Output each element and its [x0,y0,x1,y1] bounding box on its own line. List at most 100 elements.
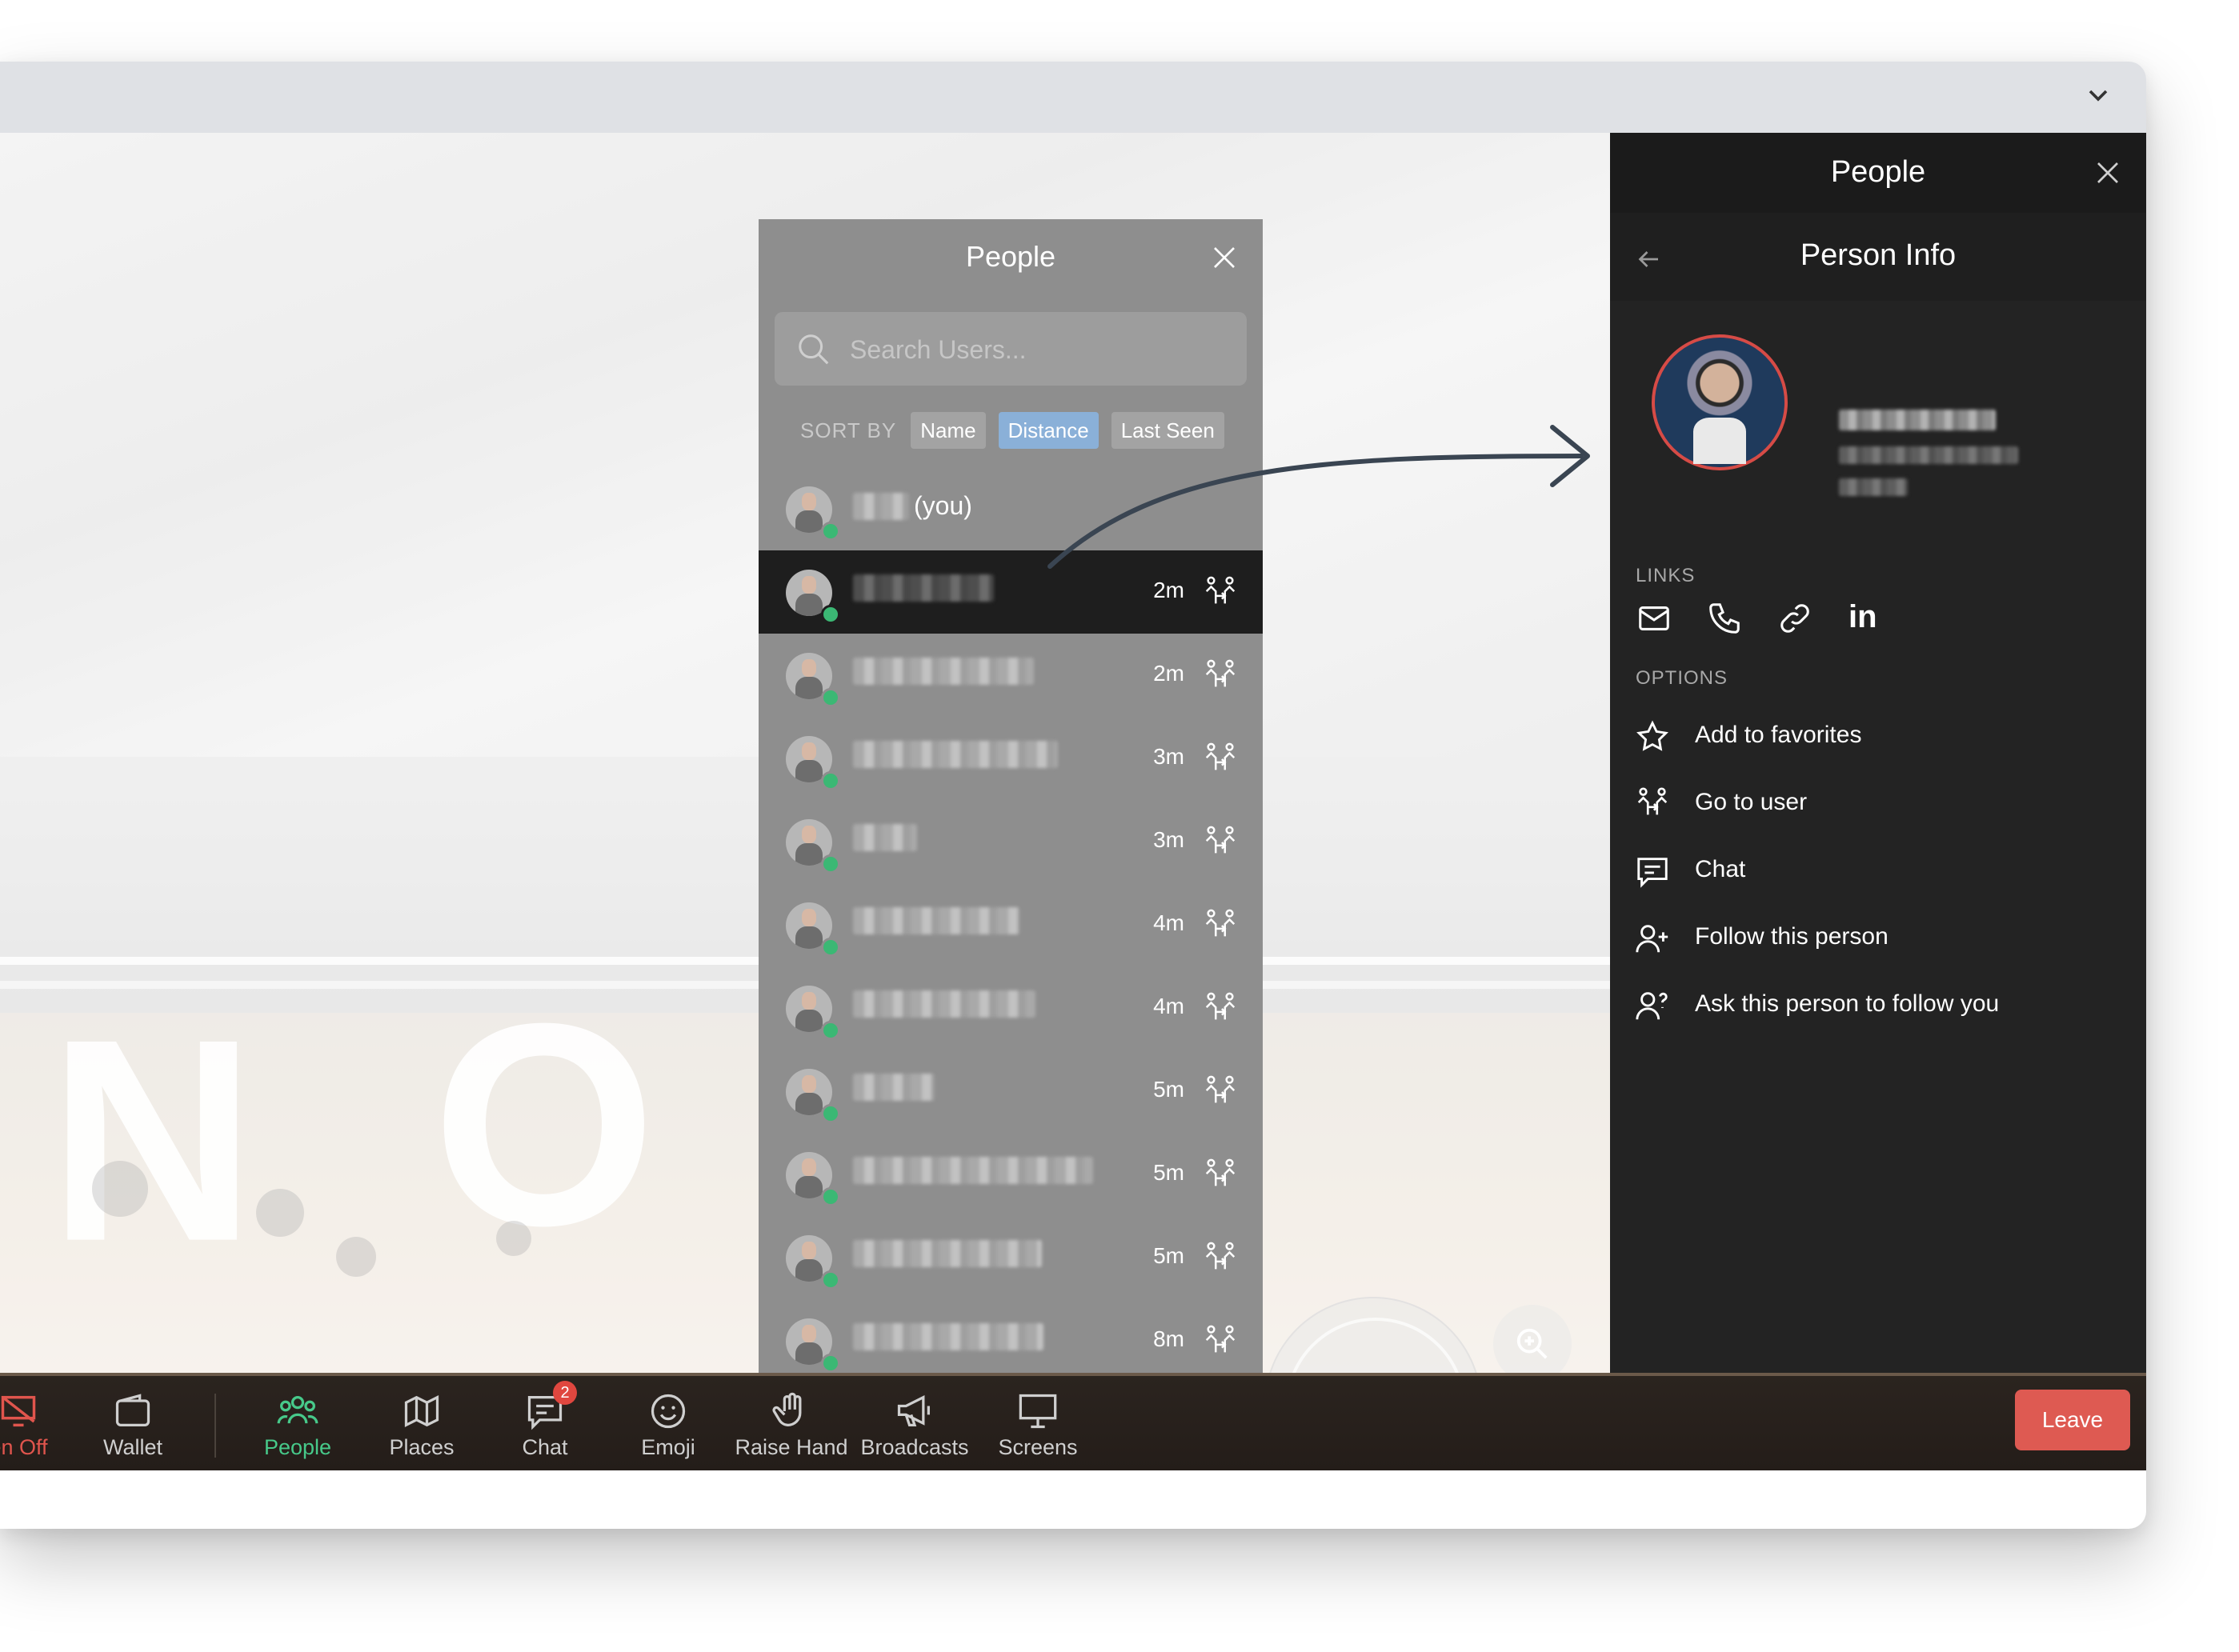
list-item[interactable]: 3m [759,800,1263,883]
distance-time: 5m [1153,1160,1184,1185]
avatar-body [795,677,823,699]
goto-user-icon[interactable] [1202,1240,1239,1277]
people-list-title: People [965,240,1056,273]
leave-button[interactable]: Leave [2015,1390,2130,1450]
goto-user-icon[interactable] [1202,907,1239,944]
avatar-head [802,1158,816,1176]
chat-button[interactable]: 2 Chat [485,1376,605,1470]
list-item[interactable]: 5m [759,1050,1263,1133]
online-status-dot [821,1104,840,1123]
user-name [853,1157,1093,1189]
people-button[interactable]: People [238,1376,358,1470]
distance-time: 3m [1153,827,1184,852]
map-icon [404,1395,439,1427]
list-item[interactable]: 3m [759,717,1263,800]
avatar-head [802,493,816,510]
bottom-item-label: People [263,1435,332,1459]
megaphone-icon [897,1395,930,1426]
user-name-redacted [853,492,909,520]
linkedin-icon[interactable]: in [1848,598,1885,635]
people-list-panel: People SORT BY Name Distance Last Seen (… [759,219,1263,1397]
avatar-head [802,909,816,926]
option-label: Go to user [1695,789,1808,815]
avatar-head [802,1242,816,1259]
wallet-button[interactable]: Wallet [73,1376,193,1470]
option-label: Ask this person to follow you [1695,990,2000,1017]
goto-user-icon[interactable] [1202,741,1239,778]
list-item[interactable]: 4m [759,883,1263,966]
online-status-dot [821,522,840,541]
bottom-item-label: Screens [998,1435,1078,1459]
avatar-head [802,659,816,677]
screens-button[interactable]: Screens [978,1376,1098,1470]
go-to-user-option[interactable]: Go to user [1634,779,2114,827]
list-item[interactable]: 5m [759,1133,1263,1216]
ask-to-follow-option[interactable]: Ask this person to follow you [1634,981,2114,1029]
user-name [853,907,1093,939]
bottom-toolbar: en Off Wallet People Places 2 Chat Emoji… [0,1373,2146,1470]
emoji-icon [651,1394,686,1429]
places-button[interactable]: Places [362,1376,482,1470]
list-item[interactable]: 8m [759,1299,1263,1382]
option-label: Chat [1695,856,1746,882]
list-item[interactable]: 5m [759,1216,1263,1299]
distance-time: 4m [1153,910,1184,935]
close-icon[interactable] [1210,243,1239,272]
person-avatar [1652,334,1788,470]
user-name-redacted [853,907,1019,934]
user-name-redacted [853,1157,1093,1184]
user-name-redacted [853,1240,1042,1267]
avatar-head [802,576,816,594]
chat-option[interactable]: Chat [1634,846,2114,894]
online-status-dot [821,771,840,790]
goto-user-icon[interactable] [1202,1157,1239,1194]
goto-user-icon[interactable] [1202,1323,1239,1360]
phone-icon[interactable] [1706,600,1743,637]
avatar-body [795,843,823,866]
add-to-favorites-option[interactable]: Add to favorites [1634,712,2114,760]
close-icon[interactable] [2093,158,2122,187]
panel-subheader: Person Info [1610,213,2146,301]
search-input[interactable] [848,326,1228,373]
user-name [853,1074,1093,1106]
user-name-redacted [853,741,1058,768]
chevron-down-icon[interactable] [2082,79,2114,111]
goto-user-icon[interactable] [1202,658,1239,694]
person-name-redacted [1839,410,1996,430]
broadcasts-button[interactable]: Broadcasts [855,1376,975,1470]
user-name-redacted [853,1323,1043,1350]
link-icon[interactable] [1776,600,1813,637]
chat-icon [1637,858,1668,888]
user-name [853,990,1093,1022]
user-name-redacted [853,824,917,851]
goto-user-icon[interactable] [1202,990,1239,1027]
follow-this-person-option[interactable]: Follow this person [1634,914,2114,962]
list-item[interactable]: 2m [759,634,1263,717]
user-name-redacted [853,574,994,602]
avatar-body [795,1342,823,1365]
ask-follow-icon [1636,992,1668,1020]
list-item[interactable]: 4m [759,966,1263,1050]
sort-by-name-button[interactable]: Name [911,412,986,449]
emoji-button[interactable]: Emoji [608,1376,728,1470]
goto-user-icon[interactable] [1202,824,1239,861]
avatar-body [795,1010,823,1032]
bottom-item-label: Wallet [102,1435,162,1459]
bottom-item-label: en Off [0,1435,48,1459]
search-icon [799,334,829,365]
mail-icon[interactable] [1636,600,1672,637]
wallet-icon [115,1394,150,1426]
sort-label: SORT BY [800,418,897,442]
person-info-panel: People Person Info LINKS in OPTIONS Add … [1610,133,2146,1373]
hand-icon [772,1392,802,1426]
bottom-divider [214,1394,216,1458]
online-status-dot [821,1270,840,1290]
goto-user-icon[interactable] [1202,1074,1239,1110]
goto-user-icon[interactable] [1202,574,1239,611]
user-name [853,741,1093,773]
avatar-head [802,742,816,760]
raise-hand-button[interactable]: Raise Hand [731,1376,851,1470]
online-status-dot [821,605,840,624]
screen-off-button[interactable]: en Off [0,1376,78,1470]
online-status-dot [821,1354,840,1373]
